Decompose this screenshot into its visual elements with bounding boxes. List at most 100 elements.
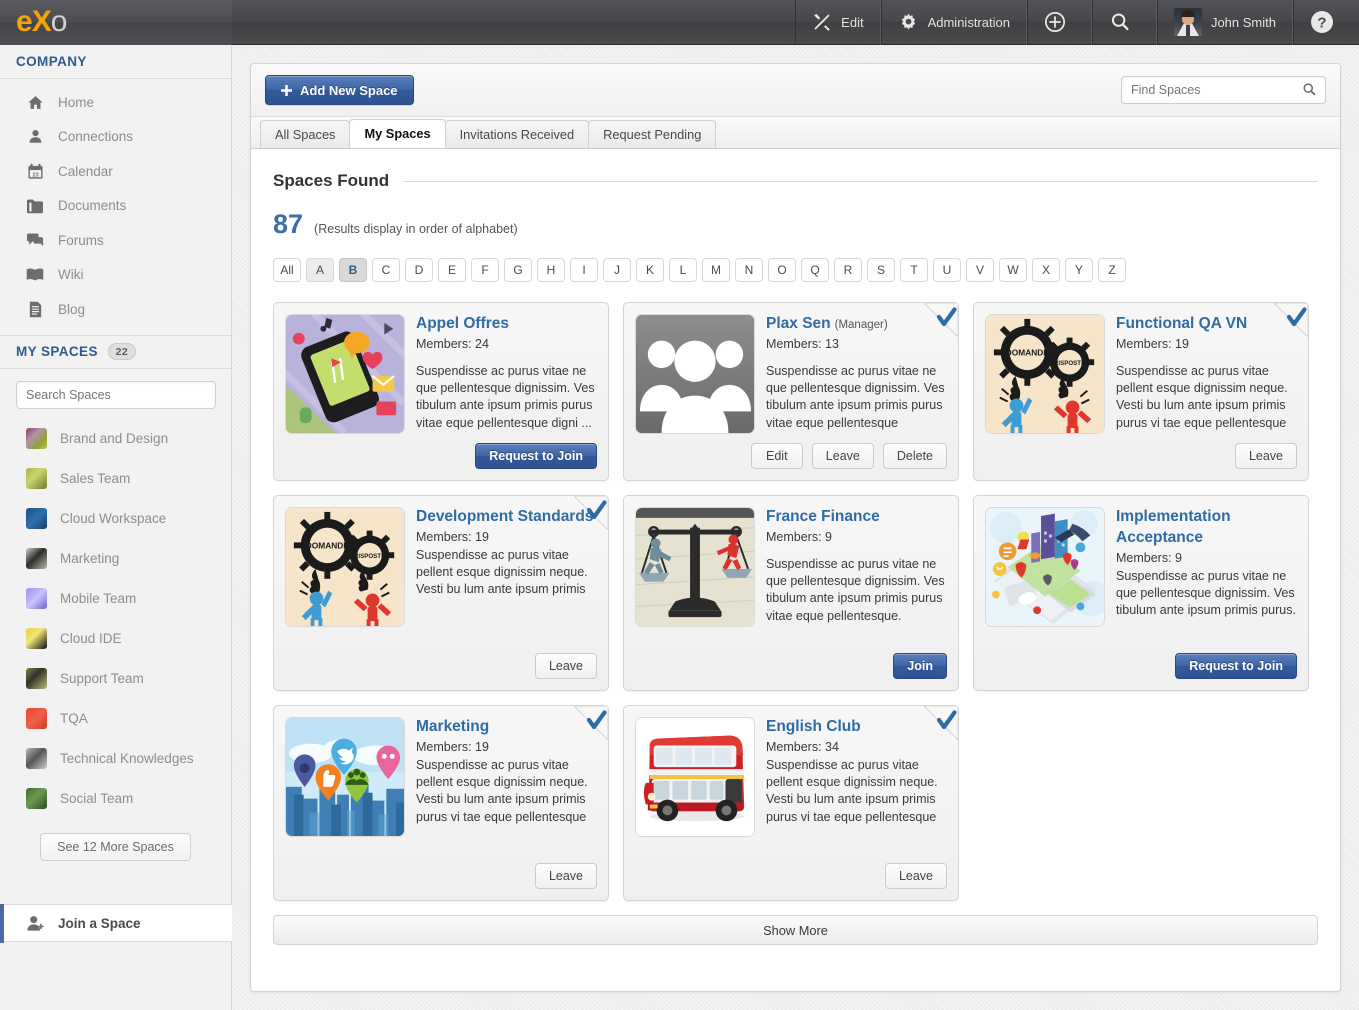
alpha-filter-u[interactable]: U (933, 258, 961, 282)
sidebar-item-calendar[interactable]: 23 Calendar (0, 154, 231, 189)
alpha-filter-q[interactable]: Q (801, 258, 829, 282)
spaces-content: Spaces Found 87 (Results display in orde… (251, 149, 1340, 901)
alpha-filter-b[interactable]: B (339, 258, 367, 282)
space-card-body: Plax Sen (Manager) Members: 13 Suspendiss… (635, 314, 947, 434)
alpha-filter-m[interactable]: M (702, 258, 730, 282)
sidebar-item-wiki[interactable]: Wiki (0, 258, 231, 293)
alpha-filter-t[interactable]: T (900, 258, 928, 282)
leave-space-button[interactable]: Leave (884, 863, 947, 889)
brand-logo-area[interactable]: eXo (0, 0, 232, 45)
space-item-social-team[interactable]: Social Team (0, 779, 231, 819)
space-title[interactable]: Functional QA VN (1116, 314, 1297, 335)
space-title[interactable]: Development Standards (416, 507, 597, 528)
space-title[interactable]: France Finance (766, 507, 947, 528)
search-spaces-input[interactable] (16, 380, 216, 409)
alpha-filter-a[interactable]: A (306, 258, 334, 282)
join-space-button[interactable]: Join (893, 653, 947, 679)
global-search-button[interactable] (1091, 0, 1157, 45)
space-avatar-city-phone-icon (985, 507, 1105, 627)
spaces-grid: Appel Offres Members: 24 Suspendisse ac … (273, 302, 1318, 901)
alpha-filter-i[interactable]: I (570, 258, 598, 282)
alpha-filter-f[interactable]: F (471, 258, 499, 282)
space-title[interactable]: Marketing (416, 717, 597, 738)
alpha-filter-e[interactable]: E (438, 258, 466, 282)
alpha-filter-s[interactable]: S (867, 258, 895, 282)
my-spaces-section-header: MY SPACES 22 (0, 334, 231, 369)
alpha-filter-w[interactable]: W (999, 258, 1027, 282)
space-title[interactable]: Plax Sen (Manager) (766, 314, 947, 335)
space-card-body: Implementation Acceptance Members: 9 Sus… (985, 507, 1297, 627)
alpha-filter-h[interactable]: H (537, 258, 565, 282)
space-avatar-map-pins-icon (285, 717, 405, 837)
space-item-tqa[interactable]: TQA (0, 699, 231, 739)
add-new-space-button[interactable]: Add New Space (265, 75, 414, 105)
space-item-sales-team[interactable]: Sales Team (0, 459, 231, 499)
space-thumb-icon (26, 628, 47, 649)
alpha-filter-c[interactable]: C (372, 258, 400, 282)
alpha-filter-y[interactable]: Y (1065, 258, 1093, 282)
space-card-info: Marketing Members: 19 Suspendisse ac pur… (416, 717, 597, 837)
space-item-cloud-workspace[interactable]: Cloud Workspace (0, 499, 231, 539)
sidebar-item-home[interactable]: Home (0, 85, 231, 120)
leave-space-button[interactable]: Leave (1234, 443, 1297, 469)
leave-space-button[interactable]: Leave (811, 443, 874, 469)
space-card-body: DOMANDE RISPOSTE (985, 314, 1297, 434)
sidebar-item-documents[interactable]: Documents (0, 189, 231, 224)
user-menu-button[interactable]: John Smith (1156, 0, 1293, 45)
alpha-filter-z[interactable]: Z (1098, 258, 1126, 282)
tab-my-spaces[interactable]: My Spaces (349, 119, 446, 148)
space-item-brand-and-design[interactable]: Brand and Design (0, 419, 231, 459)
space-card-info: Development Standards Members: 19 Suspen… (416, 507, 597, 627)
alpha-filter-g[interactable]: G (504, 258, 532, 282)
spaces-toolbar: Add New Space (251, 64, 1340, 117)
alpha-filter-k[interactable]: K (636, 258, 664, 282)
help-button[interactable]: ? (1293, 0, 1359, 45)
request-to-join-button[interactable]: Request to Join (1175, 653, 1297, 679)
tab-invitations-received[interactable]: Invitations Received (444, 120, 590, 148)
alpha-filter-x[interactable]: X (1032, 258, 1060, 282)
space-item-cloud-ide[interactable]: Cloud IDE (0, 619, 231, 659)
space-card: France Finance Members: 9 Suspendisse ac… (623, 495, 959, 691)
space-item-support-team[interactable]: Support Team (0, 659, 231, 699)
alpha-filter-r[interactable]: R (834, 258, 862, 282)
edit-menu-button[interactable]: Edit (795, 0, 881, 45)
alpha-filter-v[interactable]: V (966, 258, 994, 282)
space-item-technical-knowledges[interactable]: Technical Knowledges (0, 739, 231, 779)
space-title[interactable]: Implementation Acceptance (1116, 507, 1297, 549)
alpha-filter-n[interactable]: N (735, 258, 763, 282)
alpha-filter-all[interactable]: All (273, 258, 301, 282)
space-item-mobile-team[interactable]: Mobile Team (0, 579, 231, 619)
space-description: Suspendisse ac purus vitae pellent esque… (766, 757, 938, 824)
tab-request-pending[interactable]: Request Pending (588, 120, 717, 148)
alpha-filter-o[interactable]: O (768, 258, 796, 282)
spaces-panel: Add New Space All Spaces My Spaces Invit… (250, 63, 1341, 992)
tab-all-spaces[interactable]: All Spaces (260, 120, 351, 148)
leave-space-button[interactable]: Leave (534, 863, 597, 889)
edit-space-button[interactable]: Edit (750, 443, 803, 469)
request-to-join-button[interactable]: Request to Join (475, 443, 597, 469)
see-more-spaces-button[interactable]: See 12 More Spaces (40, 832, 191, 861)
company-header-label: COMPANY (16, 54, 87, 69)
add-button[interactable] (1026, 0, 1092, 45)
alpha-filter-j[interactable]: J (603, 258, 631, 282)
alpha-filter-l[interactable]: L (669, 258, 697, 282)
space-title[interactable]: English Club (766, 717, 947, 738)
sidebar-item-blog[interactable]: Blog (0, 292, 231, 327)
find-spaces-input[interactable] (1121, 76, 1326, 104)
alpha-filter-d[interactable]: D (405, 258, 433, 282)
space-title[interactable]: Appel Offres (416, 314, 597, 335)
exo-logo: eXo (16, 7, 67, 37)
sidebar-item-connections[interactable]: Connections (0, 120, 231, 155)
join-a-space-button[interactable]: Join a Space (0, 904, 232, 943)
administration-menu-button[interactable]: Administration (880, 0, 1027, 45)
space-item-marketing[interactable]: Marketing (0, 539, 231, 579)
space-title-text: Plax Sen (766, 315, 831, 332)
space-description: Suspendisse ac purus vitae ne que pellen… (1116, 568, 1296, 618)
sidebar-home-label: Home (58, 94, 95, 110)
delete-space-button[interactable]: Delete (882, 443, 947, 469)
leave-space-button[interactable]: Leave (534, 653, 597, 679)
main-area: Add New Space All Spaces My Spaces Invit… (232, 45, 1359, 1010)
show-more-button[interactable]: Show More (273, 915, 1318, 945)
space-avatar-scales-icon (635, 507, 755, 627)
sidebar-item-forums[interactable]: Forums (0, 223, 231, 258)
